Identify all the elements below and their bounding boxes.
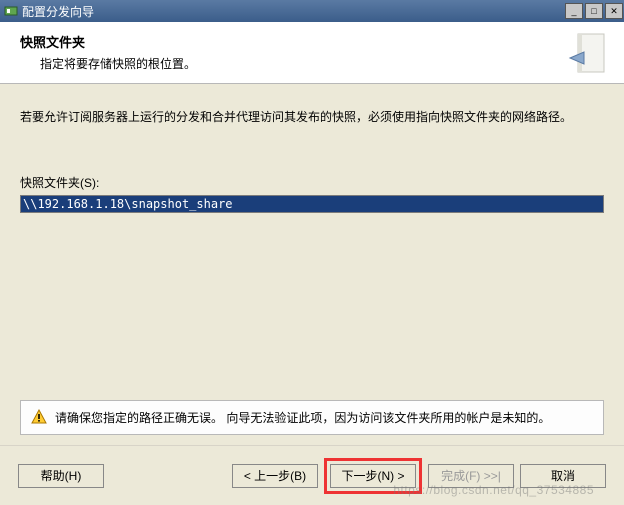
warning-icon — [31, 409, 47, 425]
cancel-button[interactable]: 取消 — [520, 464, 606, 488]
wizard-header: 快照文件夹 指定将要存储快照的根位置。 — [0, 22, 624, 84]
warning-box: 请确保您指定的路径正确无误。 向导无法验证此项，因为访问该文件夹所用的帐户是未知… — [20, 400, 604, 435]
app-icon — [4, 4, 18, 18]
next-button[interactable]: 下一步(N) > — [330, 464, 416, 488]
snapshot-folder-input[interactable] — [20, 195, 604, 213]
folder-label: 快照文件夹(S): — [20, 174, 604, 191]
help-button[interactable]: 帮助(H) — [18, 464, 104, 488]
header-graphic-icon — [560, 30, 608, 78]
titlebar: 配置分发向导 _ □ ✕ — [0, 0, 624, 22]
page-title: 快照文件夹 — [20, 32, 196, 51]
minimize-button[interactable]: _ — [565, 3, 583, 19]
warning-text: 请确保您指定的路径正确无误。 向导无法验证此项，因为访问该文件夹所用的帐户是未知… — [55, 409, 550, 426]
finish-button[interactable]: 完成(F) >>| — [428, 464, 514, 488]
maximize-button[interactable]: □ — [585, 3, 603, 19]
wizard-content: 若要允许订阅服务器上运行的分发和合并代理访问其发布的快照，必须使用指向快照文件夹… — [0, 84, 624, 445]
close-button[interactable]: ✕ — [605, 3, 623, 19]
window-controls: _ □ ✕ — [564, 1, 624, 21]
page-subtitle: 指定将要存储快照的根位置。 — [40, 55, 196, 72]
wizard-footer: 帮助(H) < 上一步(B) 下一步(N) > 完成(F) >>| 取消 htt… — [0, 445, 624, 505]
window-title: 配置分发向导 — [22, 3, 564, 20]
description-text: 若要允许订阅服务器上运行的分发和合并代理访问其发布的快照，必须使用指向快照文件夹… — [20, 108, 604, 126]
next-button-highlight: 下一步(N) > — [324, 458, 422, 494]
back-button[interactable]: < 上一步(B) — [232, 464, 318, 488]
